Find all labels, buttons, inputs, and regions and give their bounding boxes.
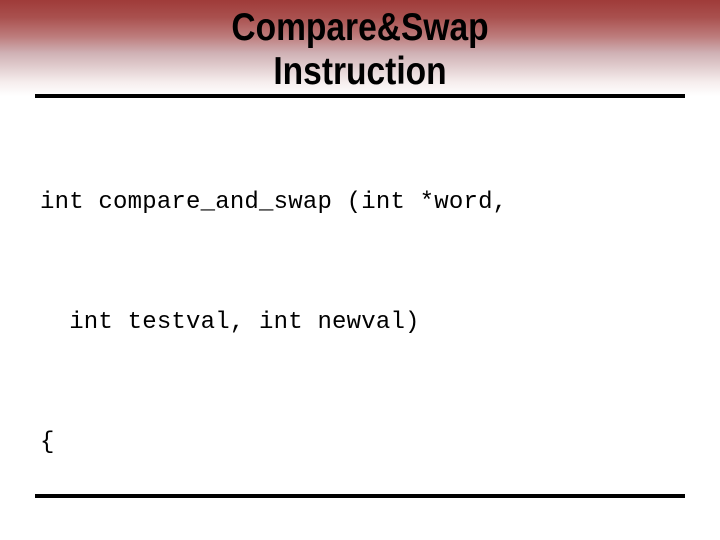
footer-divider-rule [35, 494, 685, 498]
slide-title: Compare&Swap Instruction [231, 6, 489, 93]
code-line: int compare_and_swap (int *word, [40, 189, 508, 216]
code-block: int compare_and_swap (int *word, int tes… [40, 103, 690, 540]
slide: Compare&Swap Instruction int compare_and… [0, 0, 720, 540]
code-line: { [40, 429, 55, 456]
title-divider-rule [35, 94, 685, 98]
code-line: int testval, int newval) [40, 309, 420, 336]
